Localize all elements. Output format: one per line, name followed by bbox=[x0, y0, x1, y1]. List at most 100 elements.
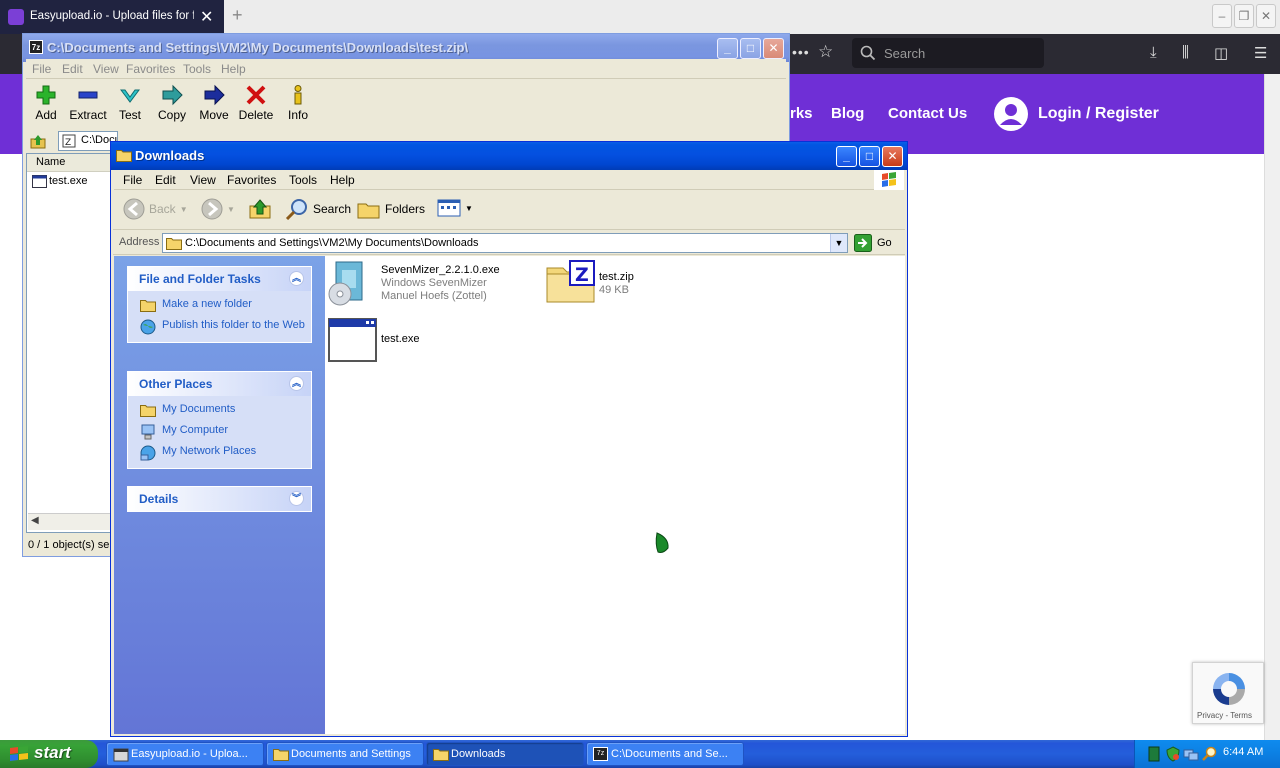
zip-move-label: Move bbox=[199, 108, 229, 122]
collapse-chevron-icon[interactable]: ︽ bbox=[289, 271, 304, 286]
sidebar-icon[interactable]: ◫ bbox=[1214, 44, 1228, 62]
zip-minimize-button[interactable]: _ bbox=[717, 38, 738, 59]
place-my-network-places[interactable]: My Network Places bbox=[128, 441, 311, 462]
folders-button[interactable]: Folders bbox=[357, 198, 425, 220]
file-folder-tasks-header[interactable]: File and Folder Tasks ︽ bbox=[128, 267, 311, 291]
go-button[interactable]: Go bbox=[854, 234, 892, 252]
taskbar-item-label: Documents and Settings bbox=[291, 748, 411, 760]
zip-menu-view[interactable]: View bbox=[93, 62, 119, 76]
address-dropdown-icon[interactable]: ▼ bbox=[830, 234, 847, 252]
downloads-icon[interactable]: ⤓ bbox=[1150, 44, 1157, 61]
easyupload-favicon-icon bbox=[8, 9, 24, 25]
explorer-menu-favorites[interactable]: Favorites bbox=[227, 173, 276, 187]
zip-menu-help[interactable]: Help bbox=[221, 62, 246, 76]
network-icon[interactable] bbox=[1183, 746, 1199, 762]
start-button[interactable]: start bbox=[0, 740, 98, 768]
zip-move-button[interactable]: Move bbox=[192, 84, 236, 122]
zip-column-header-name[interactable]: Name bbox=[27, 154, 111, 172]
zip-add-label: Add bbox=[35, 108, 57, 122]
security-shield-icon[interactable] bbox=[1165, 746, 1181, 762]
delete-x-icon bbox=[246, 85, 266, 105]
file-name: SevenMizer_2.2.1.0.exe bbox=[381, 264, 500, 276]
zip-extract-button[interactable]: Extract bbox=[66, 84, 110, 122]
zip-add-button[interactable]: Add bbox=[24, 84, 68, 122]
explorer-close-button[interactable]: ✕ bbox=[882, 146, 903, 167]
browser-tab[interactable]: Easyupload.io - Upload files for free ✕ bbox=[0, 0, 224, 34]
browser-search-input[interactable]: Search bbox=[852, 38, 1044, 68]
zip-close-button[interactable]: ✕ bbox=[763, 38, 784, 59]
recaptcha-links[interactable]: Privacy - Terms bbox=[1197, 711, 1252, 720]
file-item-sevenmizer[interactable]: SevenMizer_2.2.1.0.exe Windows SevenMize… bbox=[328, 260, 528, 312]
plus-icon bbox=[36, 85, 56, 105]
place-my-documents[interactable]: My Documents bbox=[128, 399, 311, 420]
nav-link-blog[interactable]: Blog bbox=[831, 105, 864, 122]
search-button[interactable]: Search bbox=[285, 198, 351, 220]
tray-search-icon[interactable] bbox=[1201, 746, 1217, 762]
browser-restore-button[interactable]: ❐ bbox=[1234, 4, 1254, 28]
task-label: Publish this folder to the Web bbox=[162, 319, 305, 331]
explorer-menu-view[interactable]: View bbox=[190, 173, 216, 187]
explorer-minimize-button[interactable]: _ bbox=[836, 146, 857, 167]
back-button[interactable]: Back ▼ bbox=[123, 198, 188, 220]
explorer-menu-tools[interactable]: Tools bbox=[289, 173, 317, 187]
views-button[interactable]: ▼ bbox=[437, 198, 473, 218]
zip-delete-button[interactable]: Delete bbox=[234, 84, 278, 122]
file-item-test-zip[interactable]: Z test.zip 49 KB bbox=[546, 260, 686, 306]
browser-minimize-button[interactable]: – bbox=[1212, 4, 1232, 28]
explorer-title-bar[interactable]: Downloads _ □ ✕ bbox=[111, 142, 907, 170]
zip-menu-favorites[interactable]: Favorites bbox=[126, 62, 175, 76]
recaptcha-badge[interactable]: Privacy - Terms bbox=[1192, 662, 1264, 724]
move-arrow-icon bbox=[204, 84, 225, 106]
zip-test-button[interactable]: Test bbox=[108, 84, 152, 122]
scroll-left-icon[interactable]: ◀ bbox=[31, 515, 39, 526]
new-tab-icon[interactable]: + bbox=[232, 5, 243, 26]
collapse-chevron-icon[interactable]: ︽ bbox=[289, 376, 304, 391]
up-button[interactable] bbox=[249, 198, 271, 220]
taskbar-item-sevenzip[interactable]: 7z C:\Documents and Se... bbox=[586, 742, 744, 766]
nav-link-contact[interactable]: Contact Us bbox=[888, 105, 967, 122]
library-icon[interactable]: ⫼ bbox=[1182, 44, 1189, 61]
details-header[interactable]: Details ︾ bbox=[128, 487, 311, 511]
browser-close-button[interactable]: ✕ bbox=[1256, 4, 1276, 28]
zip-maximize-button[interactable]: □ bbox=[740, 38, 761, 59]
forward-button[interactable]: ▼ bbox=[201, 198, 235, 220]
zip-file-list[interactable] bbox=[26, 153, 112, 533]
place-my-computer[interactable]: My Computer bbox=[128, 420, 311, 441]
task-publish-folder[interactable]: Publish this folder to the Web bbox=[128, 315, 311, 336]
tray-app-icon[interactable] bbox=[1147, 746, 1161, 762]
close-tab-icon[interactable]: ✕ bbox=[200, 7, 213, 27]
taskbar-item-easyupload[interactable]: Easyupload.io - Uploa... bbox=[106, 742, 264, 766]
page-actions-icon[interactable]: ••• bbox=[792, 44, 810, 60]
other-places-header[interactable]: Other Places ︽ bbox=[128, 372, 311, 396]
zip-menu-edit[interactable]: Edit bbox=[62, 62, 83, 76]
user-avatar-icon[interactable] bbox=[994, 97, 1028, 131]
views-dropdown-icon[interactable]: ▼ bbox=[465, 204, 473, 213]
browser-tab-title: Easyupload.io - Upload files for free bbox=[30, 10, 194, 22]
hamburger-menu-icon[interactable]: ☰ bbox=[1254, 44, 1267, 62]
zip-horizontal-scrollbar[interactable]: ◀ bbox=[28, 513, 110, 530]
nav-link-works[interactable]: rks bbox=[790, 105, 813, 122]
file-item-test-exe[interactable]: test.exe bbox=[328, 318, 468, 364]
task-make-new-folder[interactable]: Make a new folder bbox=[128, 294, 311, 315]
task-label: Make a new folder bbox=[162, 298, 252, 310]
zip-menu-tools[interactable]: Tools bbox=[183, 62, 211, 76]
zip-copy-button[interactable]: Copy bbox=[150, 84, 194, 122]
taskbar-item-downloads[interactable]: Downloads bbox=[426, 742, 584, 766]
zip-info-button[interactable]: Info bbox=[276, 84, 320, 122]
page-scrollbar[interactable] bbox=[1264, 74, 1280, 740]
explorer-menu-help[interactable]: Help bbox=[330, 173, 355, 187]
back-dropdown-icon[interactable]: ▼ bbox=[180, 205, 188, 214]
zip-menu-file[interactable]: File bbox=[32, 62, 51, 76]
bookmark-star-icon[interactable]: ☆ bbox=[818, 42, 833, 62]
up-folder-icon[interactable] bbox=[30, 133, 46, 149]
explorer-maximize-button[interactable]: □ bbox=[859, 146, 880, 167]
explorer-menu-file[interactable]: File bbox=[123, 173, 142, 187]
explorer-menu-edit[interactable]: Edit bbox=[155, 173, 176, 187]
taskbar-item-documents-settings[interactable]: Documents and Settings bbox=[266, 742, 424, 766]
nav-link-login[interactable]: Login / Register bbox=[1038, 105, 1159, 123]
forward-dropdown-icon[interactable]: ▼ bbox=[227, 205, 235, 214]
up-folder-icon bbox=[249, 199, 271, 219]
address-input[interactable]: C:\Documents and Settings\VM2\My Documen… bbox=[162, 233, 848, 253]
zip-title-bar[interactable]: 7z C:\Documents and Settings\VM2\My Docu… bbox=[23, 34, 789, 62]
expand-chevron-icon[interactable]: ︾ bbox=[289, 491, 304, 506]
